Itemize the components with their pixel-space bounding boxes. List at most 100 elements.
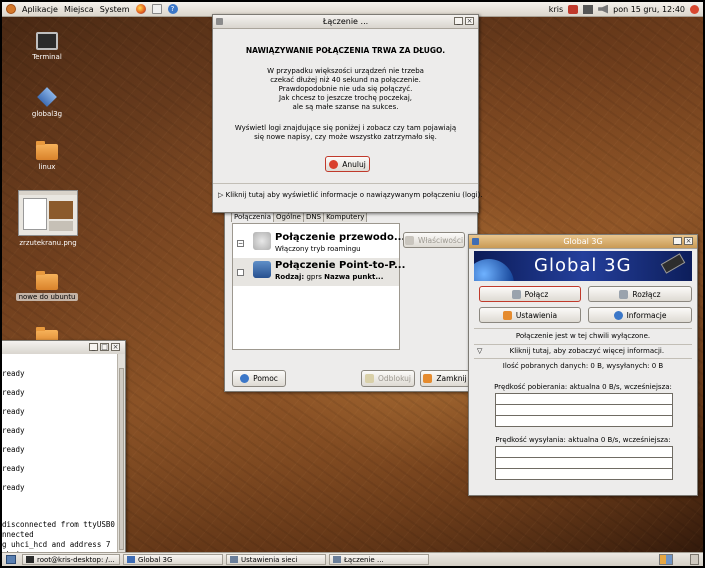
mail-icon[interactable] [151,4,162,14]
wired-network-icon [253,232,271,250]
divider [213,183,478,184]
desktop-icon-linux[interactable]: linux [15,141,79,171]
unlock-label: Odblokuj [377,374,412,383]
dialog-text-line: ale są małe szanse na sukces. [292,103,399,111]
connection-checkbox[interactable]: − [237,240,244,247]
firefox-icon[interactable] [135,4,146,14]
desktop-icon-label: Terminal [32,53,62,61]
minimize-button[interactable]: _ [673,237,682,245]
minimize-button[interactable]: _ [454,17,463,25]
disconnect-button[interactable]: Rozłącz [588,286,692,302]
help-button[interactable]: Pomoc [232,370,286,387]
volume-icon[interactable] [598,4,609,14]
desktop-icon-nowe[interactable]: nowe do ubuntu [15,271,79,301]
minimize-button[interactable]: _ [89,343,98,351]
disconnect-icon [619,289,629,299]
close-window-button[interactable]: × [111,343,120,351]
task-global3g[interactable]: Global 3G [123,554,223,565]
connection-type-value: gprs [306,273,322,281]
desktop: Aplikacje Miejsca System ? kris pon 15 g… [2,2,703,566]
workspace-switcher-icon[interactable] [659,554,673,565]
connect-icon [511,289,521,299]
connection-apn-label: Nazwa punkt... [324,273,384,281]
modem-icon [253,261,271,278]
global3g-icon [127,556,135,563]
power-icon[interactable] [690,4,699,14]
close-icon [423,374,433,383]
global3g-title: Global 3G [563,237,603,246]
menu-system[interactable]: System [100,5,130,14]
task-label: Global 3G [138,555,173,564]
scrollbar-thumb[interactable] [119,368,124,550]
connection-type-label: Rodzaj: [275,273,305,281]
desktop-icon-terminal[interactable]: Terminal [15,32,79,61]
folder-icon [36,271,58,290]
terminal-line: g uhci_hcd and address 7 [2,540,111,549]
trash-icon[interactable] [690,554,699,565]
global3g-titlebar: Global 3G _ × [469,235,697,249]
divider [474,344,692,345]
connection-row-ppp[interactable]: Połączenie Point-to-P... Rodzaj: gprs Na… [233,258,405,286]
image-thumbnail [18,190,78,236]
task-label: Ustawienia sieci [241,555,298,564]
connection-title: Połączenie Point-to-P... [275,260,406,271]
info-button[interactable]: Informacje [588,307,692,323]
connection-checkbox[interactable] [237,269,244,276]
settings-button[interactable]: Ustawienia [479,307,581,323]
network-alert-icon[interactable] [568,4,579,14]
task-label: Łączenie ... [344,555,384,564]
connect-button[interactable]: Połącz [479,286,581,302]
dialog-titlebar: Łączenie ... _ × [213,15,478,29]
terminal-window: _ □ × ready ready ready ready ready read… [2,340,126,554]
main-menu: Aplikacje Miejsca System ? [2,4,178,14]
battery-icon[interactable] [583,4,594,14]
download-speed-graph [495,393,673,427]
connection-row-wired[interactable]: − Połączenie przewodo... Włączony tryb r… [233,230,405,258]
desktop-icon-global3g[interactable]: global3g [15,86,79,118]
logs-expander-label: Kliknij tutaj aby wyświetlić informacje … [225,191,483,199]
globe-icon [474,259,514,281]
divider [474,358,692,359]
task-terminal[interactable]: root@kris-desktop: /... [22,554,120,565]
dialog-paragraph-2: Wyświetl logi znajdujące się poniżej i z… [213,124,478,142]
terminal-line: nnected [2,530,34,539]
terminal-scrollbar[interactable] [117,354,125,553]
terminal-line: ready [2,388,25,397]
window-icon [216,18,223,25]
terminal-line: ready [2,483,25,492]
disconnect-label: Rozłącz [632,289,661,299]
menu-places[interactable]: Miejsca [64,5,94,14]
dialog-text-line: Prawdopodobnie nie uda się połączyć. [278,85,413,93]
show-desktop-icon[interactable] [6,555,16,564]
ubuntu-logo-icon[interactable] [6,4,16,14]
properties-icon [404,235,414,245]
task-connecting[interactable]: Łączenie ... [329,554,429,565]
terminal-output[interactable]: ready ready ready ready ready ready read… [2,354,117,553]
close-window-button[interactable]: × [465,17,474,25]
expander-arrow-icon: ▽ [477,347,483,355]
desktop-icon-label: nowe do ubuntu [15,293,79,301]
upload-speed-label: Prędkość wysyłania: aktualna 0 B/s, wcze… [495,436,671,444]
clock[interactable]: pon 15 gru, 12:40 [613,5,685,14]
terminal-icon [36,32,58,50]
unlock-button[interactable]: Odblokuj [361,370,415,387]
cancel-button[interactable]: Anuluj [325,156,370,172]
terminal-line: disconnected from ttyUSB0 [2,520,115,529]
global3g-window: Global 3G _ × Global 3G Połącz Rozłącz U… [468,234,698,496]
menu-applications[interactable]: Aplikacje [22,5,58,14]
network-icon [230,556,238,563]
help-icon[interactable]: ? [167,4,178,14]
logs-expander[interactable]: ▷ Kliknij tutaj aby wyświetlić informacj… [218,191,483,199]
connecting-dialog: Łączenie ... _ × NAWIĄZYWANIE POŁĄCZENIA… [212,14,483,213]
maximize-button[interactable]: □ [100,343,109,351]
screen-frame: Aplikacje Miejsca System ? kris pon 15 g… [0,0,705,568]
properties-button[interactable]: Właściwości [403,232,465,248]
more-info-expander[interactable]: ▽ Kliknij tutaj, aby zobaczyć więcej inf… [477,347,664,355]
close-button[interactable]: Zamknij [420,370,470,387]
task-network-settings[interactable]: Ustawienia sieci [226,554,326,565]
dialog-text-line: W przypadku większości urządzeń nie trze… [267,67,424,75]
more-info-label: Kliknij tutaj, aby zobaczyć więcej infor… [509,347,665,355]
close-window-button[interactable]: × [684,237,693,245]
dialog-text-line: się nowe napisy, czy może wszystko zatrz… [254,133,437,141]
desktop-icon-screenshot[interactable]: zrzutekranu.png [16,190,80,247]
